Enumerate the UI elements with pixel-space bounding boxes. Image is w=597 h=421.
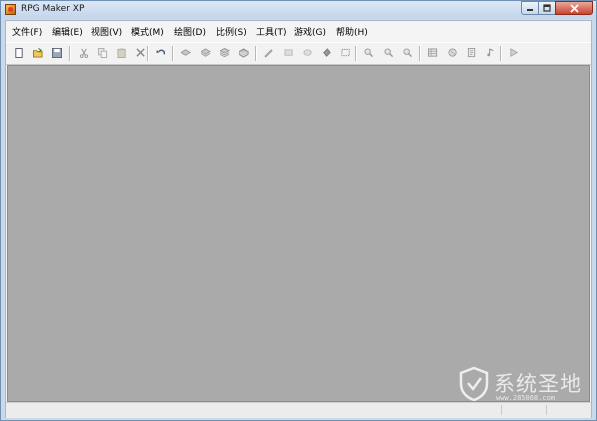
zoom-1-1-icon — [364, 48, 374, 58]
toolbar-separator — [355, 46, 356, 61]
maximize-icon — [543, 4, 551, 12]
menu-edit[interactable]: 编辑(E) — [52, 25, 83, 38]
fill-icon — [323, 48, 331, 57]
rectangle-icon — [284, 49, 293, 56]
pencil-button[interactable] — [262, 46, 276, 60]
watermark-url: www.285868.com — [496, 394, 556, 402]
paste-icon — [117, 48, 126, 58]
menu-draw[interactable]: 绘图(D) — [174, 25, 206, 38]
map-workspace[interactable] — [7, 65, 590, 402]
select-icon — [341, 48, 350, 57]
menu-scale[interactable]: 比例(S) — [216, 25, 247, 38]
menu-tools[interactable]: 工具(T) — [256, 25, 287, 38]
window-title: RPG Maker XP — [21, 4, 85, 14]
minimize-button[interactable] — [521, 1, 539, 15]
copy-button[interactable] — [96, 46, 110, 60]
layer2-button[interactable] — [199, 46, 213, 60]
materialbase-button[interactable] — [446, 46, 460, 60]
close-button[interactable] — [555, 1, 593, 15]
rectangle-button[interactable] — [282, 46, 296, 60]
layer3-icon — [220, 48, 230, 58]
sound-test-icon — [487, 48, 494, 57]
ellipse-icon — [303, 49, 312, 56]
open-folder-button[interactable] — [31, 46, 45, 60]
sound-test-button[interactable] — [484, 46, 498, 60]
toolbar-separator — [172, 46, 173, 61]
playtest-icon — [510, 48, 519, 57]
client-area: 文件(F) 编辑(E) 视图(V) 模式(M) 绘图(D) 比例(S) 工具(T… — [5, 20, 592, 418]
zoom-1-4-icon — [403, 48, 413, 58]
fill-button[interactable] — [320, 46, 334, 60]
toolbar — [6, 42, 591, 65]
zoom-1-1-button[interactable] — [362, 46, 376, 60]
layer2-icon — [201, 48, 211, 57]
maximize-button[interactable] — [538, 1, 556, 15]
delete-icon — [136, 48, 145, 57]
new-file-button[interactable] — [12, 46, 26, 60]
toolbar-separator — [147, 46, 148, 61]
pencil-icon — [264, 49, 273, 58]
database-icon — [428, 48, 438, 57]
copy-icon — [98, 48, 108, 58]
watermark: 系统圣地 www.285868.com — [456, 364, 591, 406]
save-button[interactable] — [50, 46, 64, 60]
undo-button[interactable] — [154, 46, 168, 60]
paste-button[interactable] — [115, 46, 129, 60]
toolbar-separator — [69, 46, 70, 61]
menu-mode[interactable]: 模式(M) — [131, 25, 164, 38]
zoom-1-2-button[interactable] — [382, 46, 396, 60]
events-layer-icon — [239, 48, 249, 58]
rpg-maker-app-icon[interactable] — [5, 4, 16, 15]
undo-icon — [156, 49, 166, 55]
toolbar-separator — [255, 46, 256, 61]
delete-button[interactable] — [134, 46, 148, 60]
close-icon — [569, 3, 579, 13]
menu-file[interactable]: 文件(F) — [12, 25, 42, 38]
minimize-icon — [527, 9, 533, 11]
app-window: RPG Maker XP 文件(F) 编辑(E) 视图(V) 模式(M) 绘图(… — [0, 0, 597, 421]
playtest-button[interactable] — [507, 46, 521, 60]
database-button[interactable] — [426, 46, 440, 60]
cut-icon — [79, 48, 89, 58]
toolbar-separator — [419, 46, 420, 61]
zoom-1-4-button[interactable] — [401, 46, 415, 60]
status-panel-1 — [501, 405, 547, 415]
layer1-button[interactable] — [179, 46, 193, 60]
script-editor-icon — [467, 48, 476, 58]
cut-button[interactable] — [77, 46, 91, 60]
shield-logo-icon — [459, 366, 489, 402]
save-icon — [52, 48, 62, 58]
menu-bar: 文件(F) 编辑(E) 视图(V) 模式(M) 绘图(D) 比例(S) 工具(T… — [6, 21, 591, 41]
open-folder-icon — [33, 48, 43, 58]
title-bar[interactable]: RPG Maker XP — [1, 1, 596, 18]
new-file-icon — [15, 48, 23, 58]
menu-help[interactable]: 帮助(H) — [336, 25, 368, 38]
layer3-button[interactable] — [218, 46, 232, 60]
menu-game[interactable]: 游戏(G) — [294, 25, 326, 38]
script-editor-button[interactable] — [465, 46, 479, 60]
materialbase-icon — [448, 48, 457, 57]
toolbar-separator — [500, 46, 501, 61]
status-panel-2 — [546, 405, 591, 415]
events-layer-button[interactable] — [237, 46, 251, 60]
select-button[interactable] — [339, 46, 353, 60]
menu-view[interactable]: 视图(V) — [91, 25, 122, 38]
ellipse-button[interactable] — [301, 46, 315, 60]
zoom-1-2-icon — [384, 48, 394, 58]
layer1-icon — [181, 49, 191, 56]
